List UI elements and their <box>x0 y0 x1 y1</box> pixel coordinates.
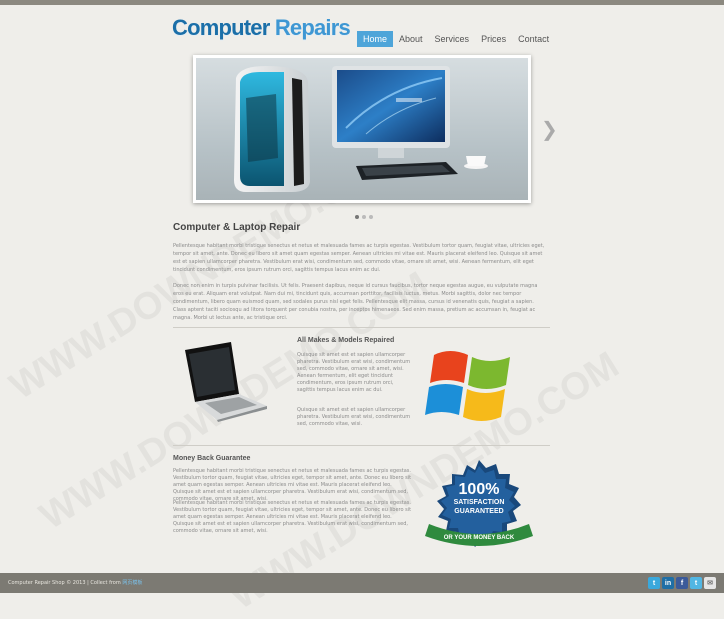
linkedin-icon[interactable]: in <box>662 577 674 589</box>
nav-contact[interactable]: Contact <box>512 31 555 47</box>
badge-percent: 100% <box>459 481 500 498</box>
laptop-image <box>177 342 269 426</box>
site-footer: Computer Repair Shop © 2013 | Collect fr… <box>0 573 724 593</box>
satisfaction-badge: 100% SATISFACTION GUARANTEED OR YOUR MON… <box>423 458 535 556</box>
footer-link[interactable]: 网页模板 <box>122 580 142 586</box>
email-icon[interactable]: ✉ <box>704 577 716 589</box>
page-title: Computer & Laptop Repair <box>173 222 301 233</box>
nav-prices[interactable]: Prices <box>475 31 512 47</box>
logo-word-1: Computer <box>172 15 270 40</box>
site-logo[interactable]: Computer Repairs <box>172 15 351 41</box>
logo-word-2: Repairs <box>274 15 351 40</box>
main-nav: Home About Services Prices Contact <box>357 31 555 47</box>
badge-ribbon: OR YOUR MONEY BACK <box>444 535 515 541</box>
facebook-icon[interactable]: f <box>676 577 688 589</box>
slide-image <box>196 58 528 200</box>
makes-title: All Makes & Models Repaired <box>297 337 395 344</box>
intro-paragraph-2: Donec non enim in turpis pulvinar facili… <box>173 283 538 321</box>
slider-pagination <box>355 215 373 219</box>
nav-home[interactable]: Home <box>357 31 394 47</box>
copyright-text: Computer Repair Shop © 2013 | Collect fr… <box>8 580 121 586</box>
footer-copyright: Computer Repair Shop © 2013 | Collect fr… <box>8 579 142 586</box>
guarantee-paragraph-1: Pellentesque habitant morbi tristique se… <box>173 468 412 502</box>
twitter-icon[interactable]: t <box>690 577 702 589</box>
image-slider[interactable] <box>193 55 531 203</box>
slider-dot-3[interactable] <box>369 215 373 219</box>
chevron-right-icon[interactable]: ❯ <box>541 117 558 141</box>
slider-dot-1[interactable] <box>355 215 359 219</box>
divider <box>173 445 550 446</box>
nav-about[interactable]: About <box>393 31 429 47</box>
divider <box>173 327 550 328</box>
windows-logo <box>424 345 516 431</box>
badge-satisfaction: SATISFACTION <box>454 499 505 506</box>
intro-paragraph-1: Pellentesque habitant morbi tristique se… <box>173 243 545 273</box>
makes-paragraph-2: Quisque sit amet est et sapien ullamcorp… <box>297 407 411 427</box>
badge-guaranteed: GUARANTEED <box>454 508 503 515</box>
guarantee-paragraph-2: Pellentesque habitant morbi tristique se… <box>173 500 412 534</box>
guarantee-title: Money Back Guarantee <box>173 455 251 462</box>
twitter-icon[interactable]: t <box>648 577 660 589</box>
nav-services[interactable]: Services <box>429 31 476 47</box>
top-bar <box>0 0 724 5</box>
slider-dot-2[interactable] <box>362 215 366 219</box>
social-links: t in f t ✉ <box>648 577 716 589</box>
makes-paragraph-1: Quisque sit amet est et sapien ullamcorp… <box>297 352 411 393</box>
